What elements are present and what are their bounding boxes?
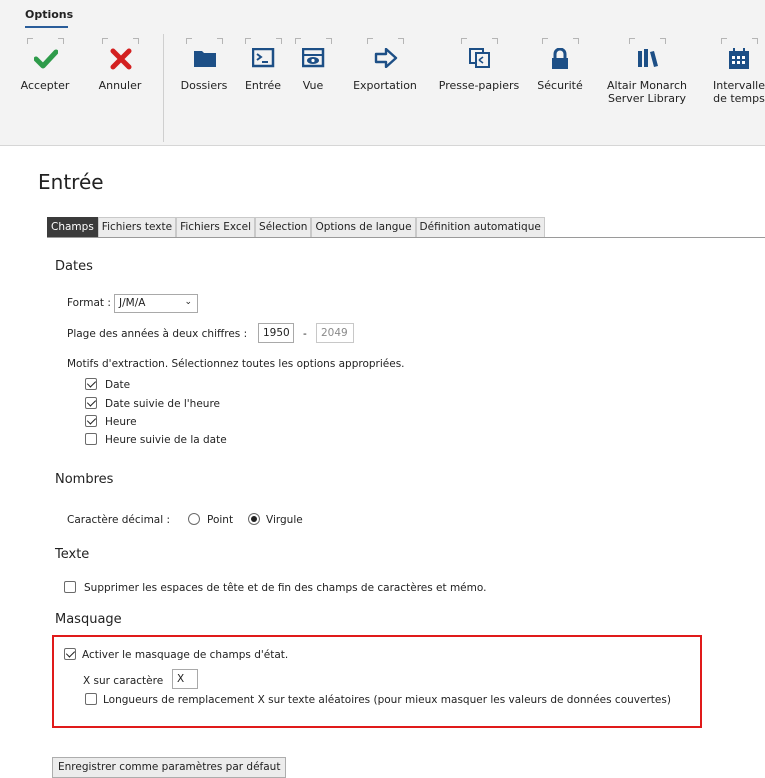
security-label: Sécurité [537,79,583,92]
input-label: Entrée [244,79,282,92]
tab-fields[interactable]: Champs [47,217,98,237]
console-icon [244,38,282,76]
input-button[interactable]: Entrée [243,38,283,128]
view-button[interactable]: Vue [294,38,332,128]
pattern-time-date-label: Heure suivie de la date [105,434,227,446]
pattern-date-time-checkbox[interactable] [85,397,97,409]
decimal-point-label: Point [207,514,234,526]
trim-spaces-label: Supprimer les espaces de tête et de fin … [84,582,487,594]
numbers-section-title: Nombres [55,472,114,487]
format-label: Format : [67,297,111,309]
date-format-value: J/M/A [119,297,146,309]
x-char-label: X sur caractère [83,675,164,687]
export-label: Exportation [353,79,417,92]
pattern-date-label: Date [105,379,131,391]
cancel-label: Annuler [98,79,142,92]
time-interval-label: Intervalle de temps [713,79,765,105]
export-arrow-icon [366,38,404,76]
clipboard-button[interactable]: Presse-papiers [438,38,520,128]
export-button[interactable]: Exportation [352,38,418,128]
enable-masking-checkbox[interactable] [64,648,76,660]
calendar-icon [720,38,758,76]
folders-label: Dossiers [180,79,228,92]
text-section-title: Texte [55,547,90,562]
year-range-label: Plage des années à deux chiffres : [67,328,248,340]
server-library-button[interactable]: Altair Monarch Server Library [604,38,690,128]
year-range-separator: - [303,328,307,340]
masking-section-title: Masquage [55,612,122,627]
year-range-end-input: 2049 [316,323,354,343]
ribbon-separator [163,34,164,142]
library-icon [628,38,666,76]
extraction-patterns-label: Motifs d'extraction. Sélectionnez toutes… [67,358,405,370]
ribbon-tab-options[interactable]: Options [25,8,73,21]
tab-language-options[interactable]: Options de langue [311,217,416,237]
accept-label: Accepter [20,79,70,92]
page-title: Entrée [38,170,104,194]
decimal-comma-label: Virgule [266,514,303,526]
folders-button[interactable]: Dossiers [178,38,230,128]
chevron-down-icon: ⌄ [184,297,192,307]
random-length-label: Longueurs de remplacement X sur texte al… [103,694,671,706]
pattern-date-checkbox[interactable] [85,378,97,390]
pattern-time-checkbox[interactable] [85,415,97,427]
trim-spaces-checkbox[interactable] [64,581,76,593]
random-length-checkbox[interactable] [85,693,97,705]
accept-button[interactable]: Accepter [20,38,70,128]
decimal-point-radio[interactable] [188,513,200,525]
clipboard-icon [460,38,498,76]
pattern-time-date-checkbox[interactable] [85,433,97,445]
view-icon [294,38,332,76]
ribbon: Options Accepter Annuler Dossiers Entrée [0,0,765,146]
enable-masking-label: Activer le masquage de champs d'état. [82,649,289,661]
x-icon [101,38,139,76]
clipboard-label: Presse-papiers [438,79,520,92]
date-format-select[interactable]: J/M/A ⌄ [114,294,198,313]
cancel-button[interactable]: Annuler [95,38,145,128]
decimal-comma-radio[interactable] [248,513,260,525]
x-char-input[interactable]: X [172,669,198,689]
time-interval-button[interactable]: Intervalle de temps [710,38,765,128]
pattern-time-label: Heure [105,416,137,428]
folder-icon [185,38,223,76]
tab-text-files[interactable]: Fichiers texte [97,217,177,237]
year-range-start-input[interactable]: 1950 [258,323,294,343]
tab-excel-files[interactable]: Fichiers Excel [176,217,256,237]
lock-icon [541,38,579,76]
tab-bar: Champs Fichiers texte Fichiers Excel Sél… [47,217,765,238]
tab-auto-define[interactable]: Définition automatique [415,217,545,237]
tab-selection[interactable]: Sélection [255,217,312,237]
dates-section-title: Dates [55,259,93,274]
check-icon [26,38,64,76]
pattern-date-time-label: Date suivie de l'heure [105,398,220,410]
security-button[interactable]: Sécurité [535,38,585,128]
server-library-label: Altair Monarch Server Library [607,79,687,105]
save-as-default-button[interactable]: Enregistrer comme paramètres par défaut [52,757,287,778]
decimal-char-label: Caractère décimal : [67,514,171,526]
view-label: Vue [302,79,324,92]
ribbon-tab-underline [25,26,68,28]
